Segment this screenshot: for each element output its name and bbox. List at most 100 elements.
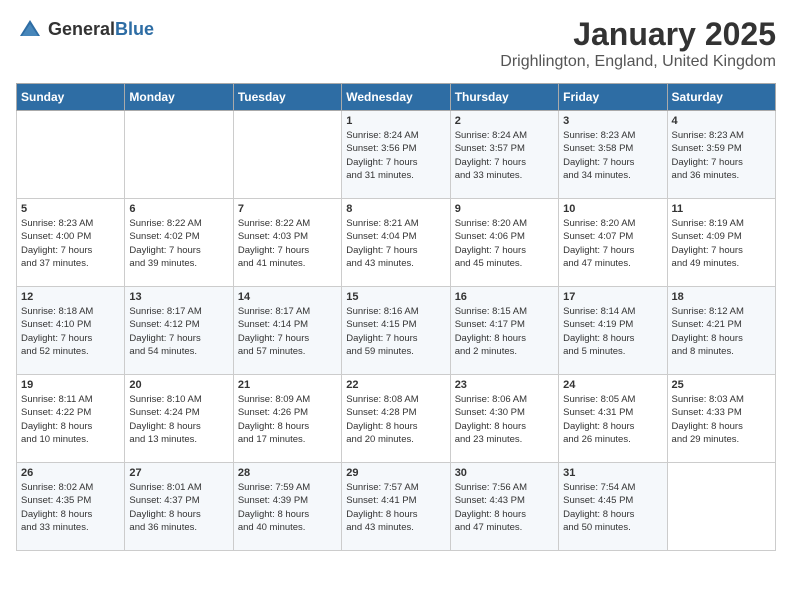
calendar-cell: 20 Sunrise: 8:10 AM Sunset: 4:24 PM Dayli… [125, 375, 233, 463]
calendar-cell [125, 111, 233, 199]
day-number: 24 [563, 379, 662, 391]
calendar-cell [233, 111, 341, 199]
calendar-cell: 19 Sunrise: 8:11 AM Sunset: 4:22 PM Dayli… [17, 375, 125, 463]
cell-info: Sunrise: 8:08 AM Sunset: 4:28 PM Dayligh… [346, 393, 445, 446]
cell-info: Sunrise: 8:17 AM Sunset: 4:14 PM Dayligh… [238, 305, 337, 358]
calendar-cell: 4 Sunrise: 8:23 AM Sunset: 3:59 PM Daylig… [667, 111, 775, 199]
day-number: 4 [672, 115, 771, 127]
calendar-week-row: 1 Sunrise: 8:24 AM Sunset: 3:56 PM Daylig… [17, 111, 776, 199]
cell-info: Sunrise: 7:59 AM Sunset: 4:39 PM Dayligh… [238, 481, 337, 534]
day-number: 14 [238, 291, 337, 303]
calendar-cell: 10 Sunrise: 8:20 AM Sunset: 4:07 PM Dayli… [559, 199, 667, 287]
day-number: 21 [238, 379, 337, 391]
day-number: 10 [563, 203, 662, 215]
day-number: 6 [129, 203, 228, 215]
calendar-cell: 8Sunrise: 8:21 AM Sunset: 4:04 PM Daylig… [342, 199, 450, 287]
logo: GeneralBlue [16, 16, 154, 44]
day-number: 1 [346, 115, 445, 127]
day-header: Sunday [17, 84, 125, 111]
day-number: 30 [455, 467, 554, 479]
cell-info: Sunrise: 8:23 AM Sunset: 3:59 PM Dayligh… [672, 129, 771, 182]
day-number: 13 [129, 291, 228, 303]
calendar-cell: 28 Sunrise: 7:59 AM Sunset: 4:39 PM Dayli… [233, 463, 341, 551]
calendar-cell: 23 Sunrise: 8:06 AM Sunset: 4:30 PM Dayli… [450, 375, 558, 463]
calendar-cell: 11 Sunrise: 8:19 AM Sunset: 4:09 PM Dayli… [667, 199, 775, 287]
cell-info: Sunrise: 7:56 AM Sunset: 4:43 PM Dayligh… [455, 481, 554, 534]
day-header: Thursday [450, 84, 558, 111]
calendar-cell [17, 111, 125, 199]
cell-info: Sunrise: 8:18 AM Sunset: 4:10 PM Dayligh… [21, 305, 120, 358]
day-number: 3 [563, 115, 662, 127]
day-number: 5 [21, 203, 120, 215]
calendar-cell: 5 Sunrise: 8:23 AM Sunset: 4:00 PM Daylig… [17, 199, 125, 287]
day-number: 25 [672, 379, 771, 391]
calendar-cell: 1 Sunrise: 8:24 AM Sunset: 3:56 PM Daylig… [342, 111, 450, 199]
cell-info: Sunrise: 8:19 AM Sunset: 4:09 PM Dayligh… [672, 217, 771, 270]
cell-info: Sunrise: 8:23 AM Sunset: 4:00 PM Dayligh… [21, 217, 120, 270]
day-number: 27 [129, 467, 228, 479]
calendar-header-row: SundayMondayTuesdayWednesdayThursdayFrid… [17, 84, 776, 111]
calendar-week-row: 5 Sunrise: 8:23 AM Sunset: 4:00 PM Daylig… [17, 199, 776, 287]
calendar-cell: 22 Sunrise: 8:08 AM Sunset: 4:28 PM Dayli… [342, 375, 450, 463]
day-header: Friday [559, 84, 667, 111]
cell-info: Sunrise: 7:54 AM Sunset: 4:45 PM Dayligh… [563, 481, 662, 534]
day-number: 22 [346, 379, 445, 391]
logo-text-general: GeneralBlue [48, 20, 154, 40]
calendar-cell: 12 Sunrise: 8:18 AM Sunset: 4:10 PM Dayli… [17, 287, 125, 375]
calendar-cell: 18Sunrise: 8:12 AM Sunset: 4:21 PM Dayli… [667, 287, 775, 375]
cell-info: Sunrise: 8:24 AM Sunset: 3:56 PM Dayligh… [346, 129, 445, 182]
calendar-cell: 15 Sunrise: 8:16 AM Sunset: 4:15 PM Dayli… [342, 287, 450, 375]
calendar-cell: 3 Sunrise: 8:23 AM Sunset: 3:58 PM Daylig… [559, 111, 667, 199]
cell-info: Sunrise: 8:10 AM Sunset: 4:24 PM Dayligh… [129, 393, 228, 446]
cell-info: Sunrise: 8:14 AM Sunset: 4:19 PM Dayligh… [563, 305, 662, 358]
day-number: 8 [346, 203, 445, 215]
day-number: 20 [129, 379, 228, 391]
calendar-cell: 25 Sunrise: 8:03 AM Sunset: 4:33 PM Dayli… [667, 375, 775, 463]
cell-info: Sunrise: 8:23 AM Sunset: 3:58 PM Dayligh… [563, 129, 662, 182]
day-number: 31 [563, 467, 662, 479]
header: GeneralBlue January 2025 Drighlington, E… [16, 16, 776, 71]
calendar-cell: 6Sunrise: 8:22 AM Sunset: 4:02 PM Daylig… [125, 199, 233, 287]
title-area: January 2025 Drighlington, England, Unit… [500, 16, 776, 71]
day-number: 11 [672, 203, 771, 215]
day-number: 2 [455, 115, 554, 127]
calendar-week-row: 12 Sunrise: 8:18 AM Sunset: 4:10 PM Dayli… [17, 287, 776, 375]
cell-info: Sunrise: 8:20 AM Sunset: 4:07 PM Dayligh… [563, 217, 662, 270]
day-header: Tuesday [233, 84, 341, 111]
calendar-cell: 31 Sunrise: 7:54 AM Sunset: 4:45 PM Dayli… [559, 463, 667, 551]
day-number: 19 [21, 379, 120, 391]
cell-info: Sunrise: 8:01 AM Sunset: 4:37 PM Dayligh… [129, 481, 228, 534]
calendar-week-row: 26Sunrise: 8:02 AM Sunset: 4:35 PM Dayli… [17, 463, 776, 551]
cell-info: Sunrise: 8:20 AM Sunset: 4:06 PM Dayligh… [455, 217, 554, 270]
cell-info: Sunrise: 8:03 AM Sunset: 4:33 PM Dayligh… [672, 393, 771, 446]
calendar-cell: 7Sunrise: 8:22 AM Sunset: 4:03 PM Daylig… [233, 199, 341, 287]
calendar-cell: 17Sunrise: 8:14 AM Sunset: 4:19 PM Dayli… [559, 287, 667, 375]
cell-info: Sunrise: 8:12 AM Sunset: 4:21 PM Dayligh… [672, 305, 771, 358]
cell-info: Sunrise: 8:06 AM Sunset: 4:30 PM Dayligh… [455, 393, 554, 446]
calendar-week-row: 19 Sunrise: 8:11 AM Sunset: 4:22 PM Dayli… [17, 375, 776, 463]
cell-info: Sunrise: 8:11 AM Sunset: 4:22 PM Dayligh… [21, 393, 120, 446]
calendar-cell: 13Sunrise: 8:17 AM Sunset: 4:12 PM Dayli… [125, 287, 233, 375]
cell-info: Sunrise: 8:24 AM Sunset: 3:57 PM Dayligh… [455, 129, 554, 182]
cell-info: Sunrise: 8:22 AM Sunset: 4:03 PM Dayligh… [238, 217, 337, 270]
cell-info: Sunrise: 8:05 AM Sunset: 4:31 PM Dayligh… [563, 393, 662, 446]
day-number: 9 [455, 203, 554, 215]
cell-info: Sunrise: 8:16 AM Sunset: 4:15 PM Dayligh… [346, 305, 445, 358]
cell-info: Sunrise: 8:02 AM Sunset: 4:35 PM Dayligh… [21, 481, 120, 534]
calendar-cell: 2 Sunrise: 8:24 AM Sunset: 3:57 PM Daylig… [450, 111, 558, 199]
day-number: 28 [238, 467, 337, 479]
day-number: 12 [21, 291, 120, 303]
day-number: 23 [455, 379, 554, 391]
calendar-cell: 21Sunrise: 8:09 AM Sunset: 4:26 PM Dayli… [233, 375, 341, 463]
calendar-cell: 24 Sunrise: 8:05 AM Sunset: 4:31 PM Dayli… [559, 375, 667, 463]
calendar-cell: 14 Sunrise: 8:17 AM Sunset: 4:14 PM Dayli… [233, 287, 341, 375]
day-header: Wednesday [342, 84, 450, 111]
day-number: 29 [346, 467, 445, 479]
cell-info: Sunrise: 7:57 AM Sunset: 4:41 PM Dayligh… [346, 481, 445, 534]
cell-info: Sunrise: 8:15 AM Sunset: 4:17 PM Dayligh… [455, 305, 554, 358]
calendar-cell: 16Sunrise: 8:15 AM Sunset: 4:17 PM Dayli… [450, 287, 558, 375]
day-number: 15 [346, 291, 445, 303]
calendar-cell [667, 463, 775, 551]
calendar-cell: 27 Sunrise: 8:01 AM Sunset: 4:37 PM Dayli… [125, 463, 233, 551]
calendar-body: 1 Sunrise: 8:24 AM Sunset: 3:56 PM Daylig… [17, 111, 776, 551]
